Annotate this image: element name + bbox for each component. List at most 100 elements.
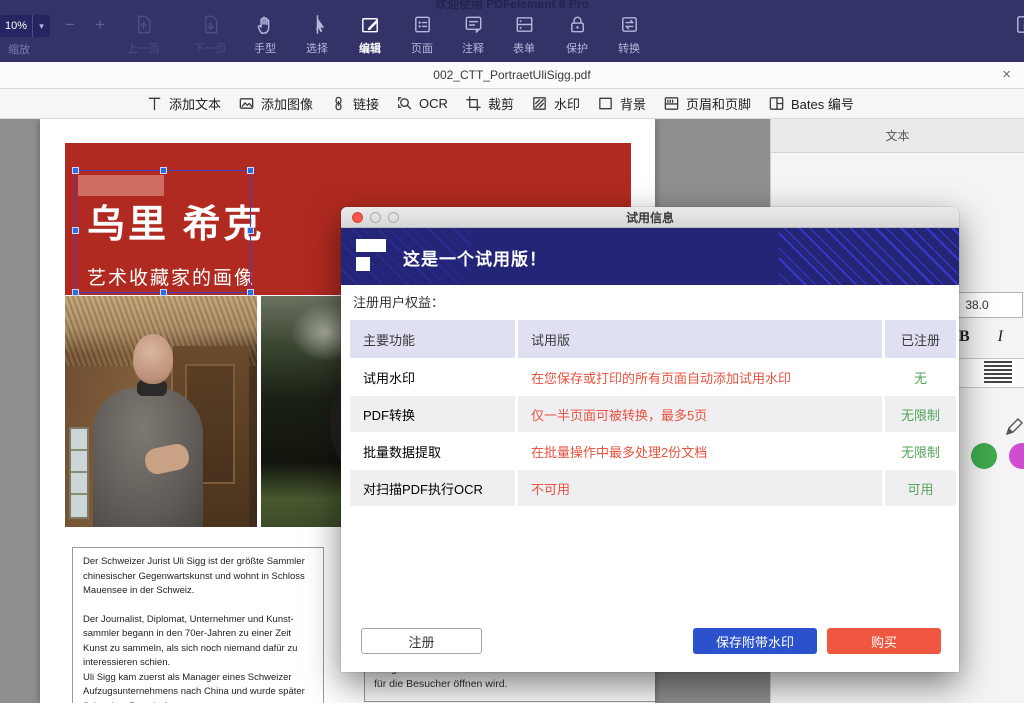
info-icon <box>1013 13 1024 36</box>
paragraph: Der Journalist, Diplomat, Unternehmer un… <box>83 613 298 669</box>
trial-info-dialog: 试用信息 这是一个试用版！ 注册用户权益： 主要功能 试用版 已注册 试用水印 … <box>341 207 959 672</box>
crop-button[interactable]: 裁剪 <box>465 94 514 113</box>
main-toolbar: 欢迎使用 PDFelement 6 Pro 10% ▾ 缩放 − + 上一页 下… <box>0 0 1024 62</box>
panel-title: 文本 <box>771 119 1024 153</box>
background-button[interactable]: 背景 <box>597 94 646 113</box>
link-button[interactable]: 链接 <box>330 94 379 113</box>
buy-button[interactable]: 购买 <box>827 628 941 654</box>
document-tab[interactable]: 002_CTT_PortraetUliSigg.pdf <box>433 68 590 82</box>
table-cell-registered: 无限制 <box>885 396 956 432</box>
table-cell-registered: 无限制 <box>885 433 956 469</box>
next-page-button[interactable]: 下一页 <box>182 13 238 56</box>
table-header: 试用版 <box>518 320 882 358</box>
selection-handle[interactable] <box>72 227 79 234</box>
chevron-down-icon: ▾ <box>32 15 50 37</box>
crop-icon <box>465 95 482 112</box>
table-cell-registered: 可用 <box>885 470 956 506</box>
watermark-button[interactable]: 水印 <box>531 94 580 113</box>
pencil-icon[interactable] <box>1003 416 1024 438</box>
bates-icon <box>768 95 785 112</box>
prev-page-button[interactable]: 上一页 <box>115 13 171 56</box>
save-with-watermark-button[interactable]: 保存附带水印 <box>693 628 817 654</box>
table-cell-trial: 不可用 <box>518 470 882 506</box>
dialog-titlebar[interactable]: 试用信息 <box>341 207 959 228</box>
photo-head-shape <box>133 334 173 384</box>
pdfelement-logo <box>356 237 386 275</box>
table-cell-trial: 在批量操作中最多处理2份文档 <box>518 433 882 469</box>
caption-line: für die Besucher öffnen wird. <box>374 678 508 690</box>
toolbar-item-label: 下一页 <box>193 43 227 55</box>
photo-uli-sigg[interactable] <box>65 296 257 527</box>
page-down-icon <box>199 13 222 36</box>
selection-handle[interactable] <box>247 167 254 174</box>
link-icon <box>330 95 347 112</box>
toolbar-item-label: 注释 <box>462 43 484 55</box>
banner-title: 这是一个试用版！ <box>403 250 547 269</box>
register-button[interactable]: 注册 <box>361 628 482 654</box>
select-tool-button[interactable]: 选择 <box>289 13 345 56</box>
toolbar-item-label: 页面 <box>411 43 433 55</box>
protect-tool-button[interactable]: 保护 <box>549 13 605 56</box>
document-tabbar: 002_CTT_PortraetUliSigg.pdf × <box>0 62 1024 89</box>
color-swatch-green[interactable] <box>971 443 997 469</box>
selection-bounding-box[interactable] <box>72 167 254 296</box>
benefits-label: 注册用户权益： <box>353 295 445 310</box>
zoom-dropdown[interactable]: 10% ▾ <box>0 15 50 37</box>
color-swatch-magenta[interactable] <box>1009 443 1024 469</box>
zoom-in-button[interactable]: + <box>90 15 110 35</box>
photo-window-shape <box>69 427 89 519</box>
selection-handle[interactable] <box>72 167 79 174</box>
minimize-window-button[interactable] <box>370 212 381 223</box>
header-footer-button[interactable]: 页眉和页脚 <box>663 94 751 113</box>
selection-handle[interactable] <box>247 289 254 296</box>
selection-handle[interactable] <box>247 227 254 234</box>
hand-tool-button[interactable]: 手型 <box>237 13 293 56</box>
table-cell-trial: 仅一半页面可被转换，最多5页 <box>518 396 882 432</box>
edit-toolbar-label: Bates 编号 <box>791 97 854 112</box>
selection-handle[interactable] <box>160 289 167 296</box>
add-image-button[interactable]: 添加图像 <box>238 94 313 113</box>
edit-toolbar-label: 链接 <box>353 97 380 112</box>
zoom-window-button[interactable] <box>388 212 399 223</box>
ocr-button[interactable]: OCR <box>396 95 448 112</box>
toolbar-item-label: 表单 <box>513 43 535 55</box>
select-cursor-icon <box>306 13 329 36</box>
bates-number-button[interactable]: Bates 编号 <box>768 94 854 113</box>
table-header: 主要功能 <box>350 320 515 358</box>
toolbar-item-label: 选择 <box>306 43 328 55</box>
zoom-out-button[interactable]: − <box>60 15 80 35</box>
edit-toolbar-label: 水印 <box>553 97 580 112</box>
toolbar-item-label: 上一页 <box>126 43 160 55</box>
edit-tool-button[interactable]: 编辑 <box>342 13 398 56</box>
window-title: 欢迎使用 PDFelement 6 Pro <box>434 0 590 11</box>
bold-button[interactable]: B <box>959 328 970 346</box>
form-tool-button[interactable]: 表单 <box>496 13 552 56</box>
table-cell-trial: 在您保存或打印的所有页面自动添加试用水印 <box>518 359 882 395</box>
trial-comparison-table: 主要功能 试用版 已注册 试用水印 在您保存或打印的所有页面自动添加试用水印 无… <box>350 320 956 506</box>
table-header: 已注册 <box>885 320 956 358</box>
hand-icon <box>254 13 277 36</box>
close-window-button[interactable] <box>352 212 363 223</box>
toolbar-item-label: 手型 <box>254 43 276 55</box>
comment-tool-button[interactable]: 注释 <box>445 13 501 56</box>
toolbar-item-label: 转换 <box>618 43 640 55</box>
convert-tool-button[interactable]: 转换 <box>601 13 657 56</box>
header-footer-icon <box>663 95 680 112</box>
table-cell-feature: 对扫描PDF执行OCR <box>350 470 515 506</box>
close-tab-icon[interactable]: × <box>1002 66 1011 84</box>
edit-toolbar-label: 添加文本 <box>169 97 222 112</box>
italic-button[interactable]: I <box>998 328 1003 346</box>
table-cell-feature: PDF转换 <box>350 396 515 432</box>
add-text-button[interactable]: 添加文本 <box>146 94 221 113</box>
edit-toolbar-label: OCR <box>419 96 448 111</box>
body-text-block[interactable]: Der Schweizer Jurist Uli Sigg ist der gr… <box>72 547 324 703</box>
info-button[interactable] <box>996 13 1024 36</box>
page-tool-button[interactable]: 页面 <box>394 13 450 56</box>
watermark-icon <box>531 95 548 112</box>
edit-toolbar-label: 添加图像 <box>261 97 314 112</box>
page-up-icon <box>132 13 155 36</box>
selection-handle[interactable] <box>160 167 167 174</box>
selection-handle[interactable] <box>72 289 79 296</box>
ocr-icon <box>396 95 413 112</box>
paragraph: Der Schweizer Jurist Uli Sigg ist der gr… <box>83 556 305 596</box>
